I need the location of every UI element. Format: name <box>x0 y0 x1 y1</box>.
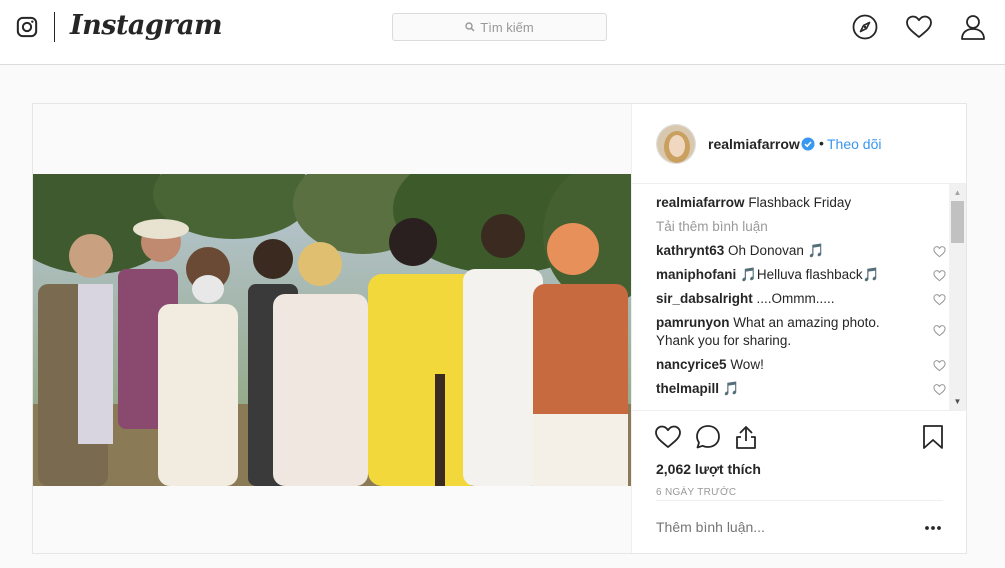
search-icon <box>465 22 475 32</box>
caption-username[interactable]: realmiafarrow <box>656 195 745 210</box>
load-more-comments-button[interactable]: Tải thêm bình luận <box>656 218 946 236</box>
instagram-logo-icon[interactable] <box>16 16 38 38</box>
comment-item: thelmapill 🎵 <box>656 380 946 398</box>
post-card: realmiafarrow • Theo dõi realmiafarrow F… <box>32 103 967 554</box>
comment-like-heart-icon[interactable] <box>933 324 946 337</box>
comment-text: Oh Donovan 🎵 <box>728 243 825 258</box>
group-photo-image <box>33 174 631 486</box>
comments-scrollbar[interactable]: ▲ ▼ <box>949 184 966 410</box>
scroll-down-arrow-icon[interactable]: ▼ <box>949 393 966 410</box>
post-sidebar: realmiafarrow • Theo dõi realmiafarrow F… <box>631 104 967 553</box>
profile-user-icon[interactable] <box>959 13 987 41</box>
comment-bubble-icon[interactable] <box>694 423 722 451</box>
like-heart-icon[interactable] <box>654 423 682 451</box>
post-username[interactable]: realmiafarrow <box>708 136 800 152</box>
comment-like-heart-icon[interactable] <box>933 293 946 306</box>
post-media-area <box>33 104 631 553</box>
comment-text: Wow! <box>730 357 764 372</box>
post-photo[interactable] <box>33 174 631 486</box>
comment-username[interactable]: pamrunyon <box>656 315 730 330</box>
scroll-up-arrow-icon[interactable]: ▲ <box>949 184 966 201</box>
caption: realmiafarrow Flashback Friday <box>656 194 946 212</box>
comment-username[interactable]: kathrynt63 <box>656 243 724 258</box>
comment-like-heart-icon[interactable] <box>933 245 946 258</box>
comment-item: pamrunyon What an amazing photo. Yhank y… <box>656 314 946 350</box>
comments-section: realmiafarrow Flashback Friday Tải thêm … <box>632 184 967 410</box>
post-timestamp[interactable]: 6 NGÀY TRƯỚC <box>656 487 736 498</box>
comment-like-heart-icon[interactable] <box>933 269 946 282</box>
comment-text: 🎵 <box>722 381 740 396</box>
comment-item: kathrynt63 Oh Donovan 🎵 <box>656 242 946 260</box>
top-navigation-bar: Instagram Tìm kiếm <box>0 0 1005 65</box>
explore-compass-icon[interactable] <box>851 13 879 41</box>
likes-count[interactable]: 2,062 lượt thích <box>656 461 761 477</box>
comment-item: maniphofani 🎵Helluva flashback🎵 <box>656 266 946 284</box>
comment-username[interactable]: sir_dabsalright <box>656 291 753 306</box>
comment-username[interactable]: thelmapill <box>656 381 719 396</box>
comment-list: realmiafarrow Flashback Friday Tải thêm … <box>656 194 946 404</box>
comment-username[interactable]: maniphofani <box>656 267 736 282</box>
instagram-wordmark[interactable]: Instagram <box>70 10 223 41</box>
save-bookmark-icon[interactable] <box>919 423 947 451</box>
follow-button[interactable]: Theo dõi <box>827 136 881 152</box>
scroll-thumb[interactable] <box>951 201 964 243</box>
comment-username[interactable]: nancyrice5 <box>656 357 727 372</box>
nav-divider <box>54 12 55 42</box>
comment-item: sir_dabsalright ....Ommm..... <box>656 290 946 308</box>
comment-like-heart-icon[interactable] <box>933 383 946 396</box>
separator-dot: • <box>819 135 824 151</box>
activity-heart-icon[interactable] <box>905 13 933 41</box>
add-comment-input[interactable] <box>656 519 896 535</box>
caption-text: Flashback Friday <box>748 195 852 210</box>
avatar[interactable] <box>656 124 696 164</box>
post-header: realmiafarrow • Theo dõi <box>632 104 967 184</box>
add-comment-section <box>656 500 943 553</box>
verified-badge-icon <box>801 137 815 151</box>
comment-text: 🎵Helluva flashback🎵 <box>740 267 880 282</box>
search-input[interactable]: Tìm kiếm <box>392 13 607 41</box>
post-actions: 2,062 lượt thích 6 NGÀY TRƯỚC <box>632 410 967 500</box>
search-placeholder: Tìm kiếm <box>480 19 534 35</box>
comment-like-heart-icon[interactable] <box>933 359 946 372</box>
comment-item: nancyrice5 Wow! <box>656 356 946 374</box>
comment-text: ....Ommm..... <box>756 291 835 306</box>
share-upload-icon[interactable] <box>732 423 760 451</box>
more-options-icon[interactable] <box>923 521 943 535</box>
